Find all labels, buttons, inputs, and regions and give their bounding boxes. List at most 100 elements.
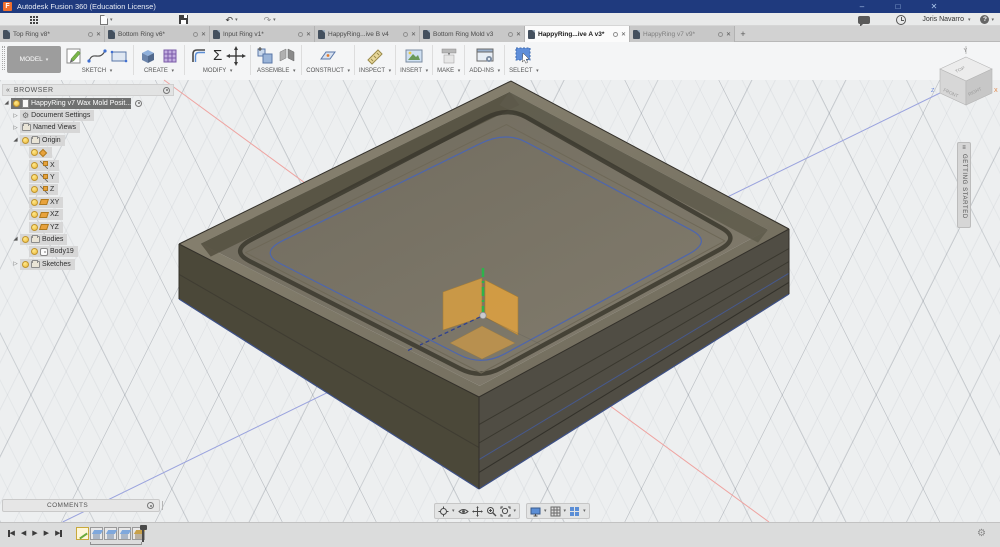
browser-row-body19[interactable]: Body19 bbox=[2, 246, 174, 258]
save-icon[interactable] bbox=[178, 15, 188, 24]
minimize-button[interactable]: – bbox=[856, 2, 868, 11]
timeline-sketch-icon[interactable] bbox=[76, 527, 89, 540]
grid-caret[interactable]: ▾ bbox=[564, 508, 567, 514]
user-menu-caret[interactable]: ▾ bbox=[968, 17, 971, 23]
expander-icon[interactable]: ▷ bbox=[11, 125, 20, 131]
visibility-bulb-icon[interactable] bbox=[31, 248, 38, 256]
parameters-icon[interactable]: Σ bbox=[211, 46, 224, 66]
joint-icon[interactable] bbox=[277, 46, 297, 66]
new-tab-button[interactable]: + bbox=[735, 26, 751, 41]
make-3dprint-icon[interactable] bbox=[439, 46, 459, 66]
redo-icon[interactable]: ↷ bbox=[264, 15, 272, 25]
extrude-icon[interactable] bbox=[138, 46, 158, 66]
root-component-label[interactable]: HappyRing v7 Wax Mold Posit... bbox=[31, 100, 131, 107]
group-label-make[interactable]: MAKE ▾ bbox=[437, 68, 460, 74]
undo-icon[interactable]: ↶ bbox=[226, 15, 234, 25]
browser-pin-icon[interactable] bbox=[163, 86, 170, 94]
addins-icon[interactable] bbox=[475, 46, 495, 66]
fit-caret[interactable]: ▾ bbox=[514, 508, 517, 514]
group-label-create[interactable]: CREATE ▾ bbox=[144, 68, 174, 74]
visibility-bulb-icon[interactable] bbox=[22, 260, 29, 268]
timeline-extrude-icon[interactable] bbox=[118, 527, 131, 540]
comments-pin-icon[interactable] bbox=[147, 502, 154, 509]
tab-input-ring[interactable]: Input Ring v1* ✕ bbox=[210, 26, 315, 42]
tab-top-ring[interactable]: Top Ring v8* ✕ bbox=[0, 26, 105, 42]
play-button[interactable]: ▶ bbox=[32, 529, 37, 537]
browser-row-sketches[interactable]: ▷ Sketches bbox=[2, 258, 174, 270]
new-component-icon[interactable] bbox=[255, 46, 275, 66]
visibility-bulb-icon[interactable] bbox=[13, 99, 20, 107]
help-icon[interactable]: ? bbox=[980, 15, 990, 24]
comments-resize-handle[interactable] bbox=[162, 501, 164, 510]
group-label-construct[interactable]: CONSTRUCT ▾ bbox=[306, 68, 350, 74]
look-at-icon[interactable] bbox=[457, 506, 469, 517]
viewports-caret[interactable]: ▾ bbox=[583, 508, 586, 514]
user-name[interactable]: Joris Navarro bbox=[922, 16, 964, 23]
expander-icon[interactable]: ▷ bbox=[11, 261, 20, 267]
group-label-inspect[interactable]: INSPECT ▾ bbox=[359, 68, 391, 74]
step-back-button[interactable]: ◀ bbox=[21, 529, 26, 537]
visibility-bulb-icon[interactable] bbox=[31, 223, 38, 231]
origin-point[interactable] bbox=[479, 311, 487, 320]
browser-row-origin-point[interactable] bbox=[2, 147, 174, 159]
go-to-end-button[interactable]: ▶ bbox=[55, 529, 62, 537]
browser-header[interactable]: « BROWSER bbox=[2, 84, 174, 96]
expander-icon[interactable]: ▷ bbox=[11, 113, 20, 119]
preferences-gear-icon[interactable]: ⚙ bbox=[977, 528, 986, 540]
redo-caret[interactable]: ▾ bbox=[273, 17, 276, 23]
group-label-modify[interactable]: MODIFY ▾ bbox=[203, 68, 232, 74]
view-cube[interactable]: TOP FRONT RIGHT Y Z X bbox=[931, 46, 998, 106]
browser-row-y-axis[interactable]: Y bbox=[2, 171, 174, 184]
mold-body[interactable] bbox=[178, 80, 790, 490]
comments-panel[interactable]: COMMENTS bbox=[2, 499, 160, 512]
timeline-extrude-icon[interactable] bbox=[90, 527, 103, 540]
browser-row-xz-plane[interactable]: XZ bbox=[2, 209, 174, 221]
zoom-icon[interactable] bbox=[486, 506, 497, 517]
browser-row-root[interactable]: ◢ HappyRing v7 Wax Mold Posit... bbox=[2, 97, 174, 109]
go-to-start-button[interactable]: ◀ bbox=[8, 529, 15, 537]
visibility-bulb-icon[interactable] bbox=[31, 174, 38, 182]
file-menu-caret[interactable]: ▾ bbox=[110, 17, 113, 23]
file-menu-icon[interactable] bbox=[100, 14, 108, 25]
viewport[interactable]: TOP FRONT RIGHT Y Z X MODEL ▾ SKETCH ▾ C… bbox=[0, 42, 1000, 522]
visibility-bulb-icon[interactable] bbox=[22, 235, 29, 243]
visibility-bulb-icon[interactable] bbox=[31, 161, 38, 169]
browser-row-origin[interactable]: ◢ Origin bbox=[2, 134, 174, 146]
browser-row-document-settings[interactable]: ▷ ⚙ Document Settings bbox=[2, 109, 174, 122]
browser-row-z-axis[interactable]: Z bbox=[2, 184, 174, 196]
rectangle-icon[interactable] bbox=[109, 46, 129, 66]
visibility-bulb-icon[interactable] bbox=[31, 149, 38, 157]
expander-icon[interactable]: ◢ bbox=[2, 100, 11, 106]
job-status-icon[interactable] bbox=[896, 14, 907, 25]
expander-icon[interactable]: ◢ bbox=[11, 236, 20, 242]
visibility-bulb-icon[interactable] bbox=[31, 186, 38, 194]
tab-bottom-ring[interactable]: Bottom Ring v6* ✕ bbox=[105, 26, 210, 42]
tab-close-icon[interactable]: ✕ bbox=[411, 31, 416, 38]
tab-close-icon[interactable]: ✕ bbox=[621, 31, 626, 38]
group-label-assemble[interactable]: ASSEMBLE ▾ bbox=[257, 68, 296, 74]
toolbar-drag-handle[interactable] bbox=[2, 46, 5, 70]
fillet-icon[interactable] bbox=[189, 46, 209, 66]
tab-close-icon[interactable]: ✕ bbox=[306, 31, 311, 38]
feedback-icon[interactable] bbox=[858, 15, 871, 27]
close-button[interactable]: ✕ bbox=[928, 2, 940, 11]
measure-icon[interactable] bbox=[365, 46, 385, 66]
spline-icon[interactable] bbox=[87, 46, 107, 66]
browser-collapse-icon[interactable]: « bbox=[6, 87, 10, 94]
tab-bottom-ring-mold[interactable]: Bottom Ring Mold v3 ✕ bbox=[420, 26, 525, 42]
orbit-icon[interactable] bbox=[438, 506, 449, 517]
visibility-bulb-icon[interactable] bbox=[22, 136, 29, 144]
tab-close-icon[interactable]: ✕ bbox=[201, 31, 206, 38]
timeline-playhead[interactable] bbox=[140, 525, 147, 542]
step-forward-button[interactable]: ▶ bbox=[44, 529, 49, 537]
create-sketch-icon[interactable] bbox=[65, 46, 85, 66]
construction-plane-icon[interactable] bbox=[318, 46, 338, 66]
visibility-bulb-icon[interactable] bbox=[31, 211, 38, 219]
fit-icon[interactable] bbox=[500, 506, 511, 517]
group-label-addins[interactable]: ADD-INS ▾ bbox=[469, 68, 500, 74]
select-icon[interactable] bbox=[514, 46, 534, 66]
insert-image-icon[interactable] bbox=[404, 46, 424, 66]
tab-close-icon[interactable]: ✕ bbox=[96, 31, 101, 38]
group-label-select[interactable]: SELECT ▾ bbox=[509, 68, 538, 74]
viewports-icon[interactable] bbox=[569, 506, 580, 517]
